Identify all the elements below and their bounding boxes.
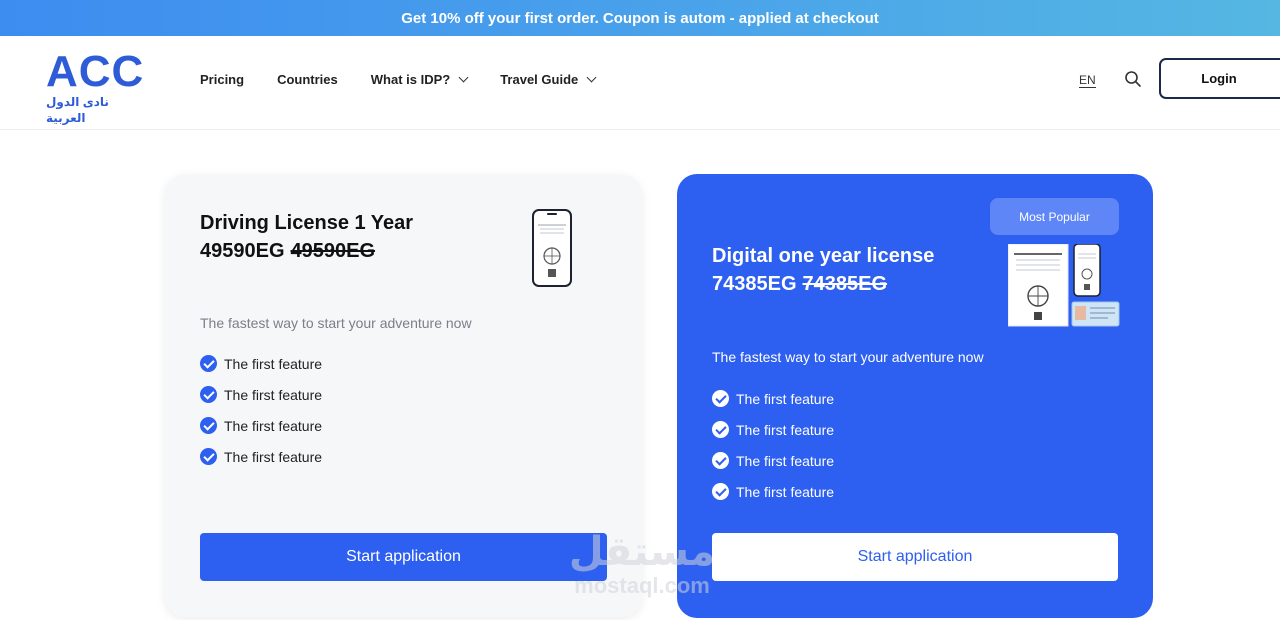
nav-item-countries[interactable]: Countries <box>277 72 338 87</box>
list-item: The first feature <box>712 445 834 476</box>
check-circle-icon <box>200 355 217 372</box>
price-old: 74385EG <box>802 273 888 295</box>
list-item: The first feature <box>200 441 322 472</box>
nav-item-what-is-idp[interactable]: What is IDP? <box>370 72 469 87</box>
feature-list: The first feature The first feature The … <box>200 348 322 472</box>
nav-item-label: What is IDP? <box>370 72 451 87</box>
nav-item-label: Pricing <box>200 72 245 87</box>
list-item: The first feature <box>712 383 834 414</box>
nav-item-label: Countries <box>277 72 338 87</box>
feature-label: The first feature <box>736 390 835 407</box>
plan-tagline: The fastest way to start your adventure … <box>200 315 472 331</box>
list-item: The first feature <box>712 414 834 445</box>
start-application-button[interactable]: Start application <box>200 533 607 581</box>
price-current: 74385EG <box>712 273 797 295</box>
main-nav: Pricing Countries What is IDP? Travel Gu… <box>200 72 628 87</box>
login-button[interactable]: Login <box>1159 58 1280 99</box>
list-item: The first feature <box>712 476 834 507</box>
feature-label: The first feature <box>224 448 323 465</box>
feature-label: The first feature <box>736 421 835 438</box>
plan-price: 49590EG 49590EG <box>200 237 413 265</box>
promo-banner: Get 10% off your first order. Coupon is … <box>0 0 1280 36</box>
logo-subtitle: نادى الدول العربية <box>46 95 109 125</box>
search-icon[interactable] <box>1124 70 1142 88</box>
list-item: The first feature <box>200 410 322 441</box>
plan-tagline: The fastest way to start your adventure … <box>712 349 984 365</box>
language-selector[interactable]: EN <box>1079 73 1096 88</box>
feature-label: The first feature <box>736 452 835 469</box>
most-popular-badge: Most Popular <box>990 198 1119 235</box>
plan-title: Digital one year license <box>712 245 935 267</box>
feature-label: The first feature <box>736 483 835 500</box>
plan-card-popular: Most Popular Digital one year license 74… <box>677 174 1153 618</box>
nav-item-travel-guide[interactable]: Travel Guide <box>500 72 597 87</box>
plan-title: Driving License 1 Year <box>200 212 414 234</box>
promo-text: Get 10% off your first order. Coupon is … <box>401 9 879 27</box>
list-item: The first feature <box>200 379 322 410</box>
chevron-down-icon <box>586 72 597 83</box>
price-old: 49590EG <box>290 240 376 262</box>
check-circle-icon <box>712 452 729 469</box>
feature-list: The first feature The first feature The … <box>712 383 834 507</box>
logo[interactable]: ACC نادى الدول العربية <box>46 47 156 126</box>
phone-illustration <box>532 209 572 292</box>
feature-label: The first feature <box>224 355 323 372</box>
license-documents-illustration <box>1007 243 1120 333</box>
check-circle-icon <box>200 417 217 434</box>
check-circle-icon <box>712 421 729 438</box>
check-circle-icon <box>712 390 729 407</box>
site-header: ACC نادى الدول العربية Pricing Countries… <box>0 36 1280 130</box>
feature-label: The first feature <box>224 386 323 403</box>
chevron-down-icon <box>458 72 469 83</box>
nav-item-pricing[interactable]: Pricing <box>200 72 244 87</box>
start-application-button[interactable]: Start application <box>712 533 1118 581</box>
check-circle-icon <box>200 386 217 403</box>
logo-mark: ACC <box>46 47 145 96</box>
plan-card-basic: Driving License 1 Year 49590EG 49590EG Th… <box>165 175 642 617</box>
nav-item-label: Travel Guide <box>500 72 579 87</box>
check-circle-icon <box>712 483 729 500</box>
plan-price: 74385EG 74385EG <box>712 270 934 298</box>
price-current: 49590EG <box>200 240 285 262</box>
list-item: The first feature <box>200 348 322 379</box>
feature-label: The first feature <box>224 417 323 434</box>
check-circle-icon <box>200 448 217 465</box>
